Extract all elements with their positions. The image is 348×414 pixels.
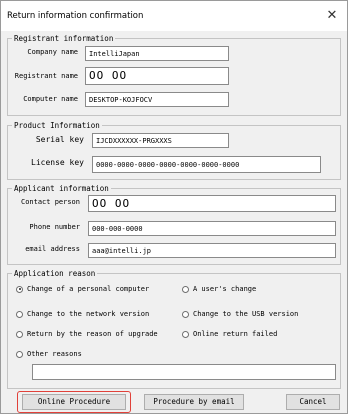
applicant-group: Applicant information Contact person OO … xyxy=(7,183,341,265)
window-title: Return information confirmation xyxy=(7,11,144,21)
company-name-label: Company name xyxy=(27,48,78,56)
serial-key-field[interactable]: IJCDXXXXXX-PRGXXXS xyxy=(92,133,229,148)
close-icon[interactable]: ✕ xyxy=(323,7,341,25)
email-address-label: email address xyxy=(25,245,80,253)
phone-number-label: Phone number xyxy=(29,223,80,231)
radio-dot xyxy=(182,285,189,293)
phone-number-field[interactable]: 000-000-0000 xyxy=(88,221,336,236)
applicant-legend: Applicant information xyxy=(12,183,111,194)
radio-dot xyxy=(182,310,189,318)
computer-name-label: Computer name xyxy=(23,95,78,103)
radio-dot xyxy=(16,285,23,293)
online-procedure-button[interactable]: Online Procedure xyxy=(22,394,126,410)
company-name-field[interactable]: IntelliJapan xyxy=(85,46,229,61)
radio-label: Other reasons xyxy=(27,350,82,358)
title-bar: Return information confirmation ✕ xyxy=(1,1,347,31)
email-procedure-button[interactable]: Procedure by email xyxy=(144,394,244,410)
radio-online-failed[interactable]: Online return failed xyxy=(182,330,277,338)
registrant-group: Registrant information Company name Inte… xyxy=(7,33,341,116)
radio-network-version[interactable]: Change to the network version xyxy=(16,310,149,318)
product-group: Product Information Serial key IJCDXXXXX… xyxy=(7,120,341,180)
other-reason-field[interactable] xyxy=(32,364,336,380)
radio-label: Change to the USB version xyxy=(193,310,299,318)
license-key-field[interactable]: 0000-0000-0000-0000-0000-0000-0000 xyxy=(92,156,321,173)
email-address-field[interactable]: aaa@intelli.jp xyxy=(88,243,336,258)
cancel-button[interactable]: Cancel xyxy=(286,394,340,410)
confirmation-dialog: Return information confirmation ✕ Regist… xyxy=(0,0,348,414)
radio-label: Online return failed xyxy=(193,330,278,338)
radio-user-change[interactable]: A user's change xyxy=(182,285,256,293)
registrant-name-field[interactable]: OO OO xyxy=(85,67,229,85)
radio-label: Change to the network version xyxy=(27,310,150,318)
serial-key-label: Serial key xyxy=(35,135,84,144)
radio-upgrade[interactable]: Return by the reason of upgrade xyxy=(16,330,158,338)
contact-person-field[interactable]: OO OO xyxy=(88,195,336,212)
radio-dot xyxy=(182,330,189,338)
registrant-legend: Registrant information xyxy=(12,33,116,44)
reason-group: Application reason Change of a personal … xyxy=(7,268,341,389)
radio-label: Change of a personal computer xyxy=(27,285,150,293)
radio-dot xyxy=(16,330,23,338)
radio-usb-version[interactable]: Change to the USB version xyxy=(182,310,298,318)
registrant-name-label: Registrant name xyxy=(14,72,78,80)
radio-other-reasons[interactable]: Other reasons xyxy=(16,350,82,358)
radio-label: Return by the reason of upgrade xyxy=(27,330,158,338)
radio-dot xyxy=(16,350,23,358)
radio-change-pc[interactable]: Change of a personal computer xyxy=(16,285,149,293)
reason-legend: Application reason xyxy=(12,268,98,279)
product-legend: Product Information xyxy=(12,120,102,131)
computer-name-field[interactable]: DESKTOP-KOJFOCV xyxy=(85,92,229,107)
license-key-label: License key xyxy=(31,158,84,167)
contact-person-label: Contact person xyxy=(20,198,80,206)
radio-label: A user's change xyxy=(193,285,257,293)
radio-dot xyxy=(16,310,23,318)
